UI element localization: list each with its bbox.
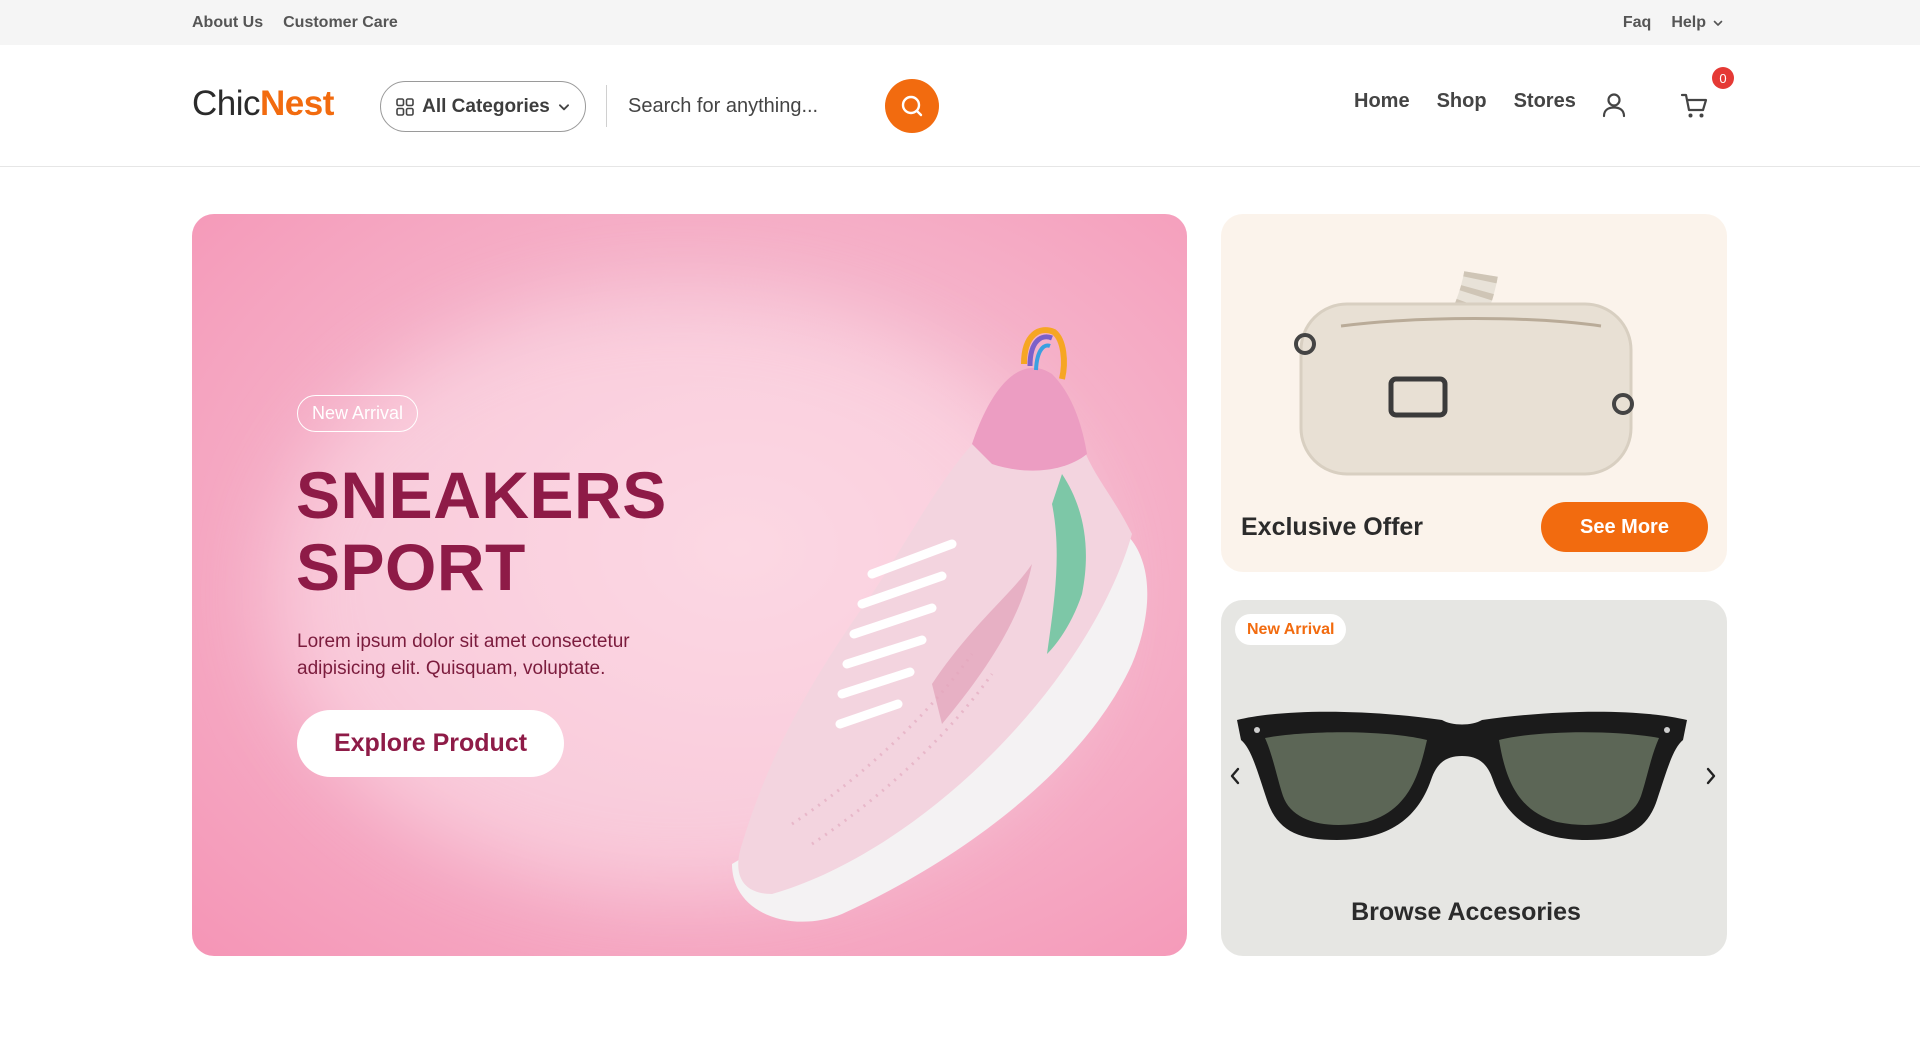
new-arrival-badge: New Arrival bbox=[297, 395, 419, 432]
top-left-links: About Us Customer Care bbox=[192, 0, 398, 45]
user-icon[interactable] bbox=[1600, 91, 1628, 119]
chevron-left-icon bbox=[1230, 767, 1240, 785]
top-right-links: Faq Help bbox=[1623, 0, 1724, 45]
exclusive-offer-card[interactable]: Exclusive Offer See More bbox=[1221, 214, 1727, 572]
customer-care-link[interactable]: Customer Care bbox=[283, 14, 398, 32]
categories-label: All Categories bbox=[422, 95, 550, 117]
about-us-link[interactable]: About Us bbox=[192, 14, 263, 32]
help-label: Help bbox=[1671, 13, 1706, 31]
logo[interactable]: ChicNest bbox=[192, 84, 334, 124]
browse-accessories-title: Browse Accesories bbox=[1351, 898, 1581, 926]
cart-icon[interactable] bbox=[1680, 92, 1708, 120]
sunglasses-image bbox=[1237, 711, 1687, 840]
sneaker-image bbox=[732, 327, 1148, 922]
nav-shop[interactable]: Shop bbox=[1437, 90, 1487, 113]
search-icon bbox=[901, 95, 923, 117]
help-dropdown[interactable]: Help bbox=[1671, 14, 1724, 32]
carousel-next-button[interactable] bbox=[1699, 764, 1723, 788]
nav-home[interactable]: Home bbox=[1354, 90, 1410, 113]
main-nav: Home Shop Stores bbox=[1354, 90, 1576, 113]
search-button[interactable] bbox=[885, 79, 939, 133]
main-header: ChicNest All Categories Home Shop Stores… bbox=[0, 45, 1920, 167]
offer-title: Exclusive Offer bbox=[1241, 513, 1424, 541]
accessories-card[interactable]: New Arrival Browse Accesories bbox=[1221, 600, 1727, 956]
grid-icon bbox=[396, 97, 414, 116]
logo-text-nest: Nest bbox=[260, 84, 334, 123]
chevron-down-icon bbox=[1713, 20, 1723, 26]
cart-count-badge: 0 bbox=[1712, 67, 1734, 89]
top-utility-bar: About Us Customer Care Faq Help bbox=[0, 0, 1920, 45]
explore-product-button[interactable]: Explore Product bbox=[297, 710, 564, 777]
chevron-right-icon bbox=[1706, 767, 1716, 785]
search-input[interactable] bbox=[628, 81, 888, 132]
nav-stores[interactable]: Stores bbox=[1514, 90, 1576, 113]
carousel-prev-button[interactable] bbox=[1223, 764, 1247, 788]
all-categories-button[interactable]: All Categories bbox=[380, 81, 586, 132]
chevron-down-icon bbox=[558, 103, 569, 110]
new-arrival-badge: New Arrival bbox=[1235, 614, 1347, 645]
hero-banner: New Arrival SNEAKERS SPORT Lorem ipsum d… bbox=[192, 214, 1187, 956]
faq-link[interactable]: Faq bbox=[1623, 14, 1651, 32]
logo-text-chic: Chic bbox=[192, 84, 261, 123]
handbag-image bbox=[1294, 270, 1634, 476]
search-divider bbox=[606, 85, 607, 127]
see-more-button[interactable]: See More bbox=[1541, 502, 1708, 552]
